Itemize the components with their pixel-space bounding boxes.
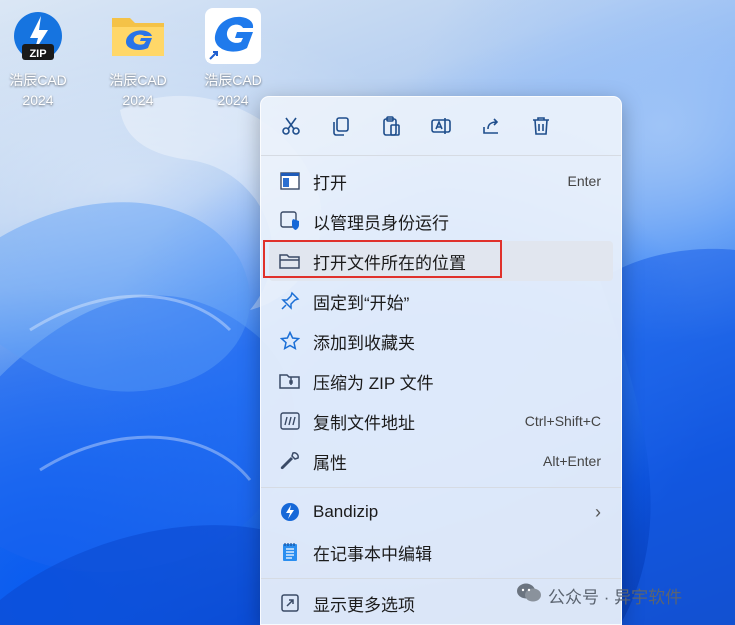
menu-item-add-to-favorites[interactable]: 添加到收藏夹	[261, 321, 621, 361]
more-options-icon	[279, 592, 301, 614]
menu-item-label: 打开	[313, 173, 347, 193]
menu-item-copy-path[interactable]: 复制文件地址 Ctrl+Shift+C	[261, 401, 621, 441]
menu-item-shortcut: Alt+Enter	[543, 453, 601, 469]
watermark-text: 公众号 · 异宇软件	[548, 588, 683, 607]
zip-archive-icon: ZIP	[8, 6, 68, 66]
wechat-icon	[516, 582, 542, 609]
watermark: 公众号 · 异宇软件	[516, 582, 682, 609]
notepad-icon	[279, 541, 301, 563]
desktop-icon-label: 浩辰CAD	[109, 72, 167, 88]
menu-item-label: 压缩为 ZIP 文件	[313, 373, 434, 393]
submenu-chevron-icon: ›	[595, 501, 601, 522]
desktop-icon-year: 2024	[122, 92, 154, 108]
star-icon	[279, 330, 301, 352]
shield-icon	[279, 210, 301, 232]
menu-item-shortcut: Enter	[567, 173, 601, 189]
share-icon[interactable]	[475, 110, 507, 142]
context-menu: 打开 Enter 以管理员身份运行 打开文件所在的位置 固定到“开始” 添加到收…	[260, 96, 622, 625]
cad-folder-icon	[108, 6, 168, 66]
menu-item-edit-in-notepad[interactable]: 在记事本中编辑	[261, 532, 621, 572]
bandizip-icon	[279, 501, 301, 523]
desktop-icon-label: 浩辰CAD	[204, 72, 262, 88]
desktop-icon-year: 2024	[22, 92, 54, 108]
wrench-icon	[279, 450, 301, 472]
paste-icon[interactable]	[375, 110, 407, 142]
menu-item-run-as-admin[interactable]: 以管理员身份运行	[261, 201, 621, 241]
menu-item-label: 打开文件所在的位置	[313, 253, 466, 273]
rename-icon[interactable]	[425, 110, 457, 142]
copy-path-icon	[279, 410, 301, 432]
desktop-icon-zip[interactable]: ZIP 浩辰CAD 2024	[0, 6, 86, 110]
menu-item-label: 在记事本中编辑	[313, 544, 432, 564]
menu-item-bandizip[interactable]: Bandizip ›	[261, 492, 621, 532]
pin-icon	[279, 290, 301, 312]
menu-item-open[interactable]: 打开 Enter	[261, 161, 621, 201]
delete-icon[interactable]	[525, 110, 557, 142]
menu-item-label: 添加到收藏夹	[313, 333, 415, 353]
menu-item-label: 属性	[313, 453, 347, 473]
menu-item-label: Bandizip	[313, 502, 379, 521]
menu-item-compress-zip[interactable]: 压缩为 ZIP 文件	[261, 361, 621, 401]
context-menu-toolbar	[261, 97, 621, 155]
desktop-icon-label: 浩辰CAD	[9, 72, 67, 88]
menu-item-label: 以管理员身份运行	[313, 213, 449, 233]
svg-text:ZIP: ZIP	[29, 48, 46, 60]
menu-item-label: 复制文件地址	[313, 413, 415, 433]
menu-item-pin-to-start[interactable]: 固定到“开始”	[261, 281, 621, 321]
menu-item-shortcut: Ctrl+Shift+C	[524, 413, 601, 429]
menu-item-properties[interactable]: 属性 Alt+Enter	[261, 441, 621, 481]
app-window-icon	[279, 170, 301, 192]
desktop-icon-shortcut[interactable]: 浩辰CAD 2024	[185, 6, 281, 110]
menu-item-label: 固定到“开始”	[313, 293, 410, 313]
folder-icon	[279, 250, 301, 272]
cad-app-icon	[203, 6, 263, 66]
menu-item-open-file-location[interactable]: 打开文件所在的位置	[269, 241, 613, 281]
cut-icon[interactable]	[275, 110, 307, 142]
zip-folder-icon	[279, 370, 301, 392]
desktop-icon-folder[interactable]: 浩辰CAD 2024	[90, 6, 186, 110]
copy-icon[interactable]	[325, 110, 357, 142]
